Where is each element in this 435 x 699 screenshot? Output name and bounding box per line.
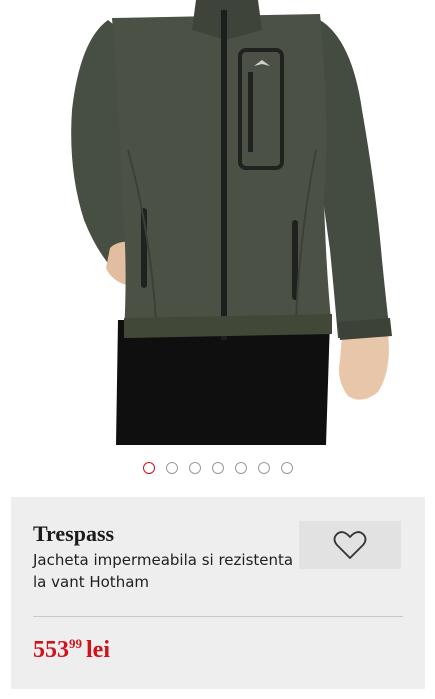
gallery-dot-5[interactable] [234, 462, 247, 474]
heart-outline-icon [333, 531, 367, 559]
gallery-dot-2[interactable] [165, 462, 178, 474]
add-to-favorites-button[interactable] [299, 521, 401, 569]
product-title: Jacheta impermeabila si rezistenta la va… [33, 551, 294, 591]
price-currency: lei [86, 637, 110, 663]
gallery-dot-7[interactable] [280, 462, 293, 474]
gallery-dot-4[interactable] [211, 462, 224, 474]
product-image[interactable] [0, 0, 435, 445]
jacket-photo [71, 0, 392, 445]
product-price: 55399 lei [33, 636, 110, 664]
product-brand[interactable]: Trespass [33, 521, 114, 547]
gallery-pagination [0, 461, 435, 475]
gallery-dot-3[interactable] [188, 462, 201, 474]
gallery-dot-1[interactable] [142, 462, 155, 474]
gallery-dot-6[interactable] [257, 462, 270, 474]
divider [33, 616, 403, 617]
price-main: 553 [33, 637, 69, 663]
product-info-card: Trespass Jacheta impermeabila si reziste… [11, 497, 425, 689]
price-cents: 99 [69, 636, 82, 651]
